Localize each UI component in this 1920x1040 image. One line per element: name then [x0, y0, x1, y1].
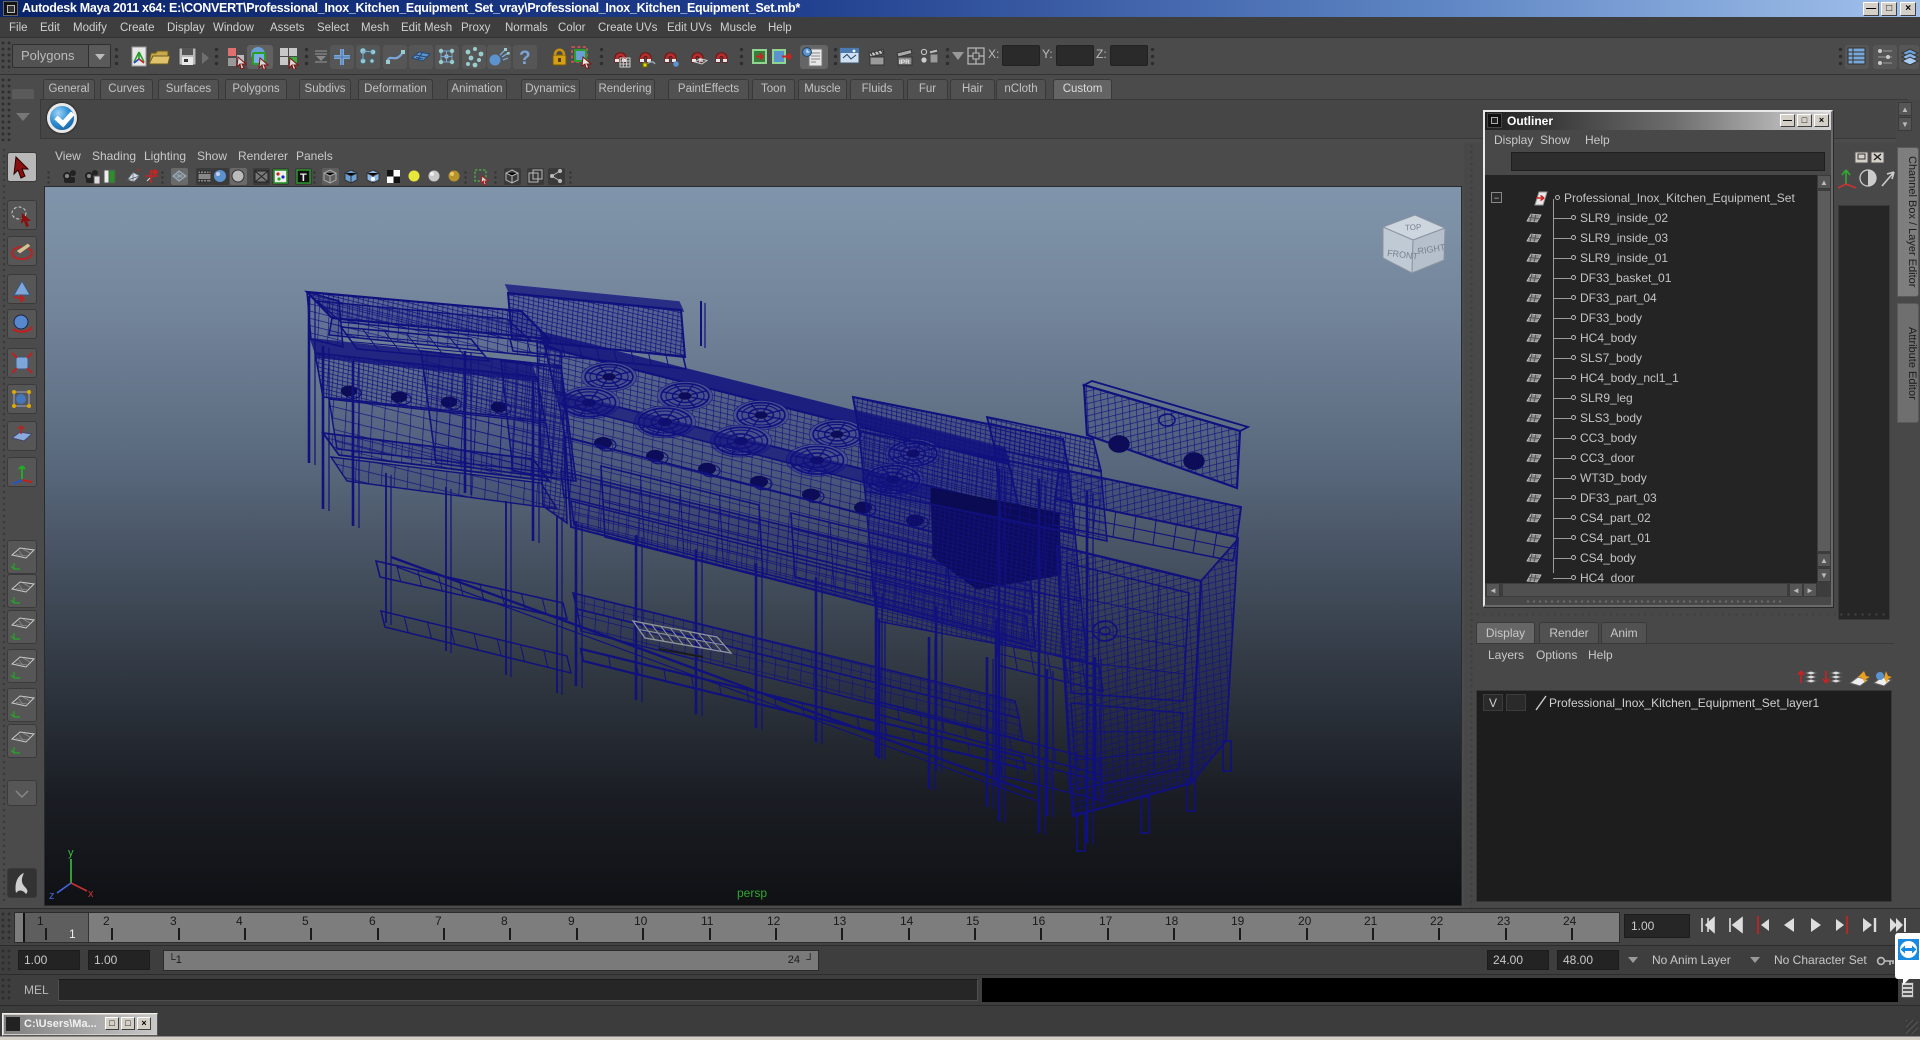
- svg-text:?: ?: [519, 48, 531, 69]
- svg-text:T: T: [300, 172, 307, 184]
- svg-text:TOP: TOP: [1405, 223, 1422, 233]
- svg-text:y: y: [68, 847, 74, 859]
- svg-text:IPR: IPR: [899, 59, 910, 66]
- svg-text:z: z: [49, 890, 55, 902]
- svg-text:x: x: [88, 888, 93, 900]
